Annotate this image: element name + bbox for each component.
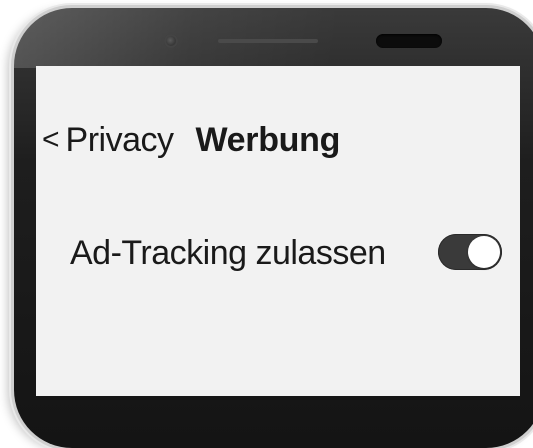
ad-tracking-label: Ad-Tracking zulassen xyxy=(70,233,386,272)
navigation-bar: < Privacy Werbung xyxy=(42,118,340,162)
page-title: Werbung xyxy=(195,120,341,159)
earpiece-speaker-icon xyxy=(376,34,442,48)
back-button[interactable]: Privacy xyxy=(66,121,174,160)
ad-tracking-row: Ad-Tracking zulassen xyxy=(70,228,510,278)
front-camera-icon xyxy=(164,34,178,48)
proximity-sensor xyxy=(218,39,318,43)
ad-tracking-toggle[interactable] xyxy=(438,234,502,270)
toggle-knob[interactable] xyxy=(468,236,500,268)
back-chevron-icon[interactable]: < xyxy=(42,125,60,155)
